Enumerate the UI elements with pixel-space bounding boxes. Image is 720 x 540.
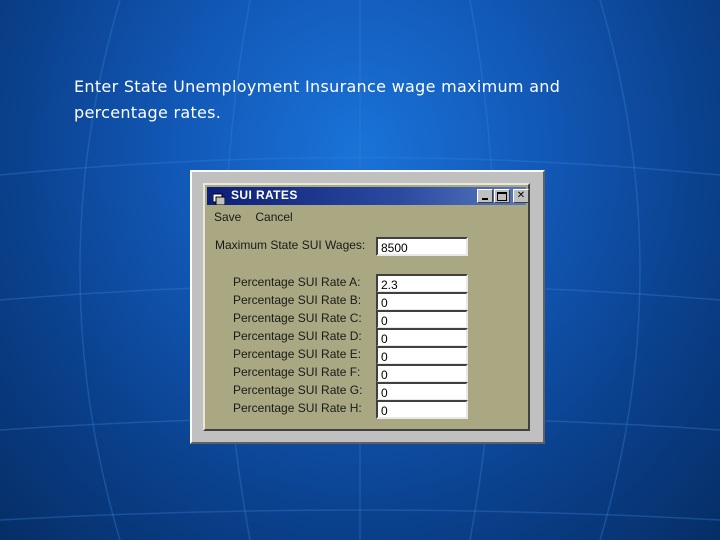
rate-f-input[interactable] <box>376 364 468 383</box>
title-bar[interactable]: SUI RATES ✕ <box>207 187 529 206</box>
slide-caption: Enter State Unemployment Insurance wage … <box>74 74 674 126</box>
app-window-icon <box>212 190 226 206</box>
rate-b-input[interactable] <box>376 292 468 311</box>
rate-c-input[interactable] <box>376 310 468 329</box>
rate-a-label: Percentage SUI Rate A: <box>233 275 361 289</box>
rate-h-input[interactable] <box>376 400 468 419</box>
rate-b-label: Percentage SUI Rate B: <box>233 293 362 307</box>
rate-e-input[interactable] <box>376 346 468 365</box>
rate-f-label: Percentage SUI Rate F: <box>233 365 361 379</box>
rate-a-input[interactable] <box>376 274 468 293</box>
caption-line-1: Enter State Unemployment Insurance wage … <box>74 77 561 96</box>
rate-e-label: Percentage SUI Rate E: <box>233 347 362 361</box>
maximize-icon <box>497 191 507 201</box>
maximize-button[interactable] <box>494 189 510 203</box>
max-wages-input[interactable] <box>376 237 468 256</box>
minimize-button[interactable] <box>477 189 493 203</box>
rate-g-input[interactable] <box>376 382 468 401</box>
close-button[interactable]: ✕ <box>513 189 529 203</box>
rate-g-label: Percentage SUI Rate G: <box>233 383 363 397</box>
menu-item-cancel[interactable]: Cancel <box>254 210 293 226</box>
menu-item-save[interactable]: Save <box>213 210 242 226</box>
max-wages-label: Maximum State SUI Wages: <box>215 238 366 252</box>
close-icon: ✕ <box>516 190 526 201</box>
rate-h-label: Percentage SUI Rate H: <box>233 401 362 415</box>
rate-d-input[interactable] <box>376 328 468 347</box>
menu-bar: Save Cancel <box>213 210 306 226</box>
minimize-icon <box>482 198 488 200</box>
rate-d-label: Percentage SUI Rate D: <box>233 329 362 343</box>
window-title: SUI RATES <box>231 188 298 202</box>
caption-line-2: percentage rates. <box>74 103 222 122</box>
rate-c-label: Percentage SUI Rate C: <box>233 311 362 325</box>
